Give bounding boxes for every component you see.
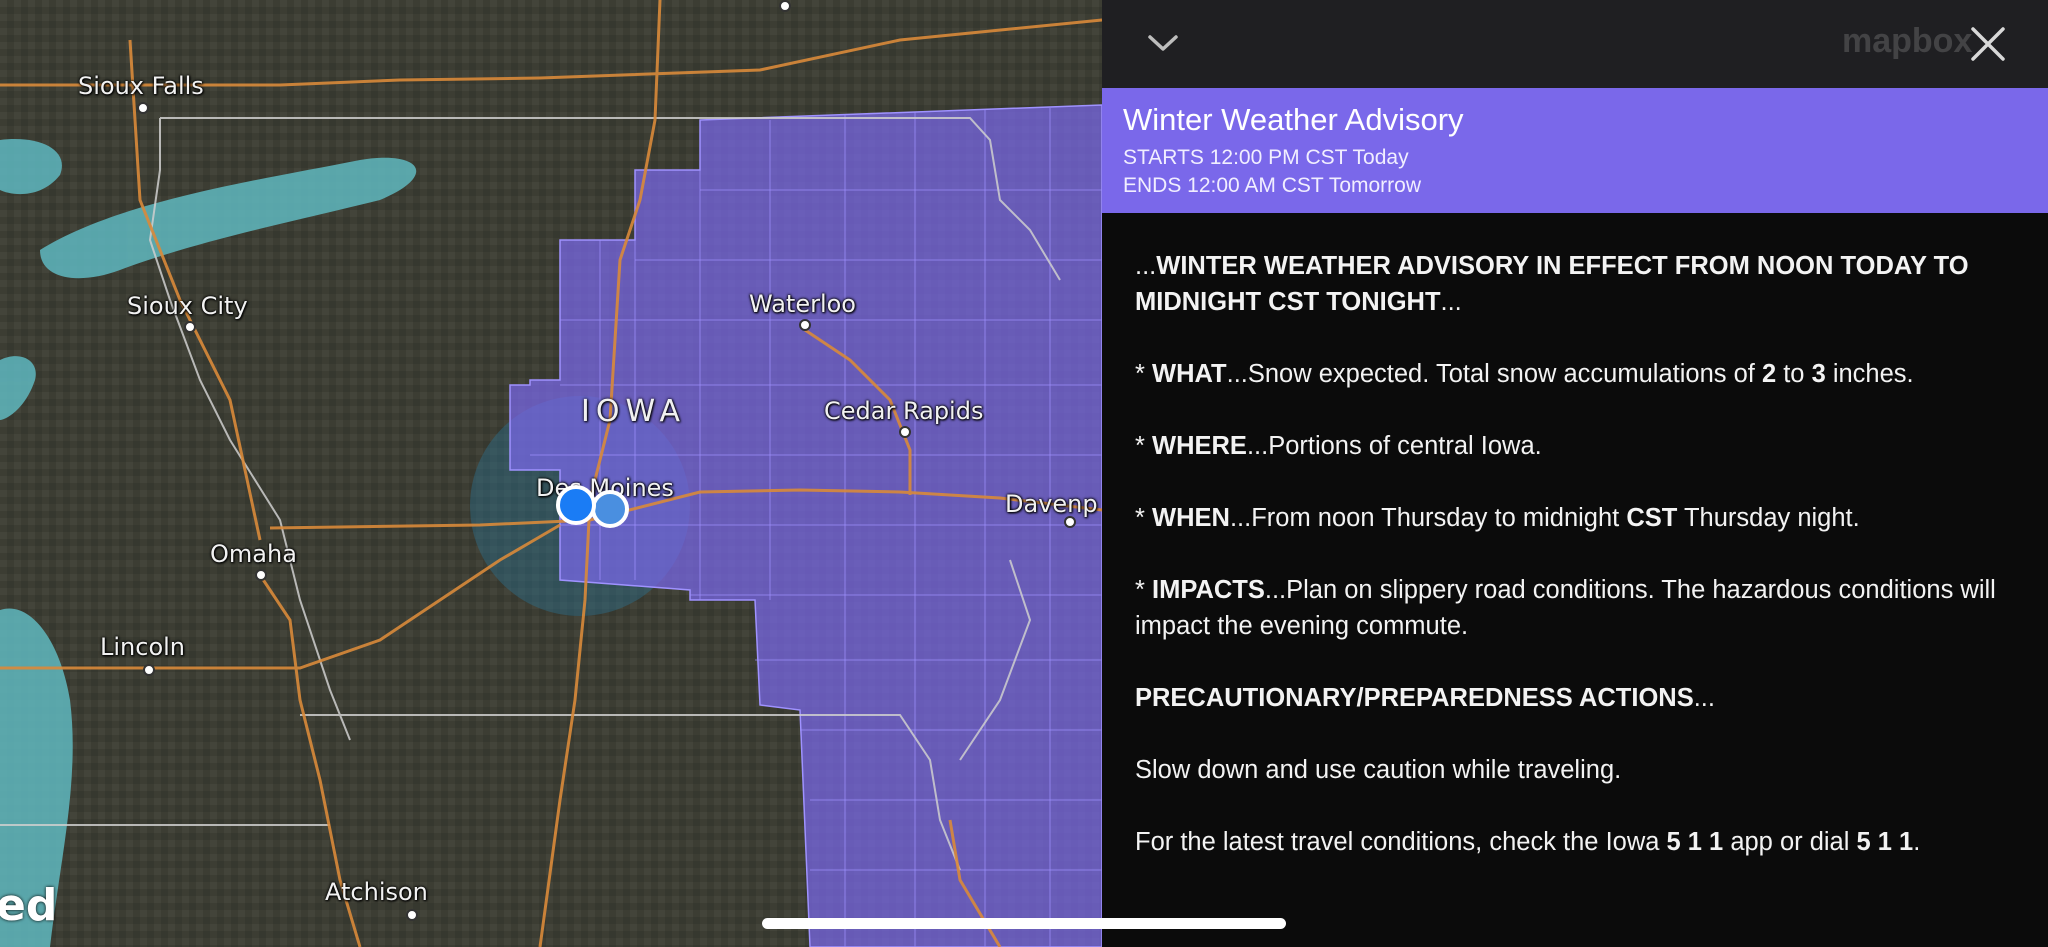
advisory-start-time: STARTS 12:00 PM CST Today	[1123, 146, 1409, 169]
city-label-omaha: Omaha	[210, 540, 297, 568]
chevron-down-icon[interactable]	[1146, 26, 1180, 64]
mapbox-watermark: mapbox	[1842, 22, 1973, 60]
advisory-what: * WHAT...Snow expected. Total snow accum…	[1135, 360, 1914, 388]
city-label-waterloo: Waterloo	[749, 290, 856, 318]
city-label-davenport: Davenp	[1005, 490, 1098, 518]
advisory-when: * WHEN...From noon Thursday to midnight …	[1135, 504, 1860, 532]
advisory-title: Winter Weather Advisory	[1123, 102, 1464, 137]
map-edge-label: ed	[0, 880, 58, 931]
city-label-cedar-rapids: Cedar Rapids	[824, 397, 984, 425]
current-location-marker[interactable]	[556, 485, 596, 525]
advisory-where: * WHERE...Portions of central Iowa.	[1135, 432, 1542, 460]
advisory-body: ...WINTER WEATHER ADVISORY IN EFFECT FRO…	[1135, 248, 2015, 896]
home-indicator[interactable]	[762, 918, 1286, 929]
map-view[interactable]: Sioux Falls Sioux City Waterloo Cedar Ra…	[0, 0, 1102, 947]
advisory-impacts: * IMPACTS...Plan on slippery road condit…	[1135, 576, 1996, 640]
advisory-travel-info: For the latest travel conditions, check …	[1135, 828, 1921, 856]
secondary-location-marker[interactable]	[591, 490, 629, 528]
advisory-banner: Winter Weather Advisory STARTS 12:00 PM …	[1102, 88, 2048, 213]
advisory-precautions-heading: PRECAUTIONARY/PREPAREDNESS ACTIONS...	[1135, 684, 1715, 712]
alert-detail-panel: mapbox Winter Weather Advisory STARTS 12…	[1102, 0, 2048, 947]
city-label-lincoln: Lincoln	[100, 633, 186, 661]
panel-header: mapbox	[1102, 0, 2048, 88]
close-icon[interactable]	[1968, 24, 2008, 68]
state-label-iowa: IOWA	[581, 394, 687, 429]
advisory-headline: ...WINTER WEATHER ADVISORY IN EFFECT FRO…	[1135, 252, 1969, 316]
advisory-end-time: ENDS 12:00 AM CST Tomorrow	[1123, 174, 1421, 197]
city-label-sioux-city: Sioux City	[127, 292, 248, 320]
city-label-atchison: Atchison	[325, 878, 428, 906]
city-label-sioux-falls: Sioux Falls	[78, 72, 204, 100]
advisory-slow-down: Slow down and use caution while travelin…	[1135, 756, 1622, 784]
